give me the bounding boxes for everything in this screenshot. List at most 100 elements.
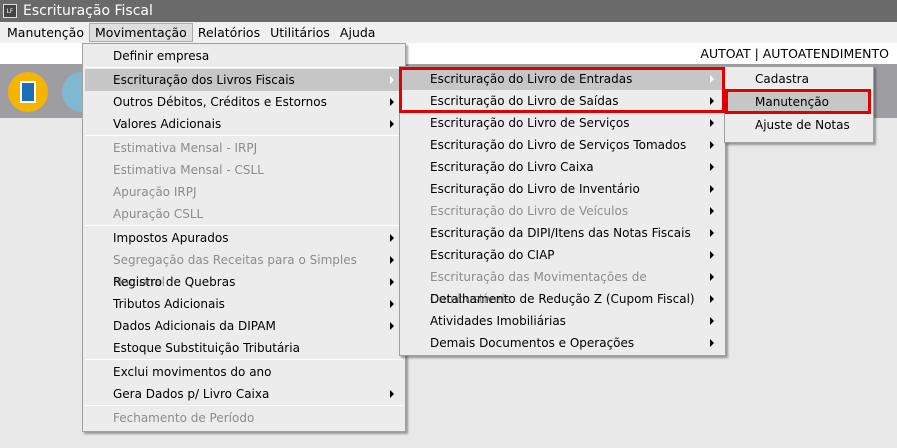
menu-item-impostos-apurados[interactable]: Impostos Apurados <box>85 227 403 249</box>
submenu-arrow-icon <box>710 119 714 127</box>
menu-movimentacao[interactable]: Movimentação <box>88 23 193 42</box>
menu-item-escrituracao-do-livro-caixa[interactable]: Escrituração do Livro Caixa <box>402 156 723 178</box>
submenu-arrow-icon <box>710 141 714 149</box>
menu-item-apuracao-csll: Apuração CSLL <box>85 203 403 225</box>
menu-item-manutencao[interactable]: Manutenção <box>727 91 871 114</box>
menu-item-escrituracao-da-dipi-itens-das-notas-fiscais[interactable]: Escrituração da DIPI/Itens das Notas Fis… <box>402 222 723 244</box>
menu-item-label: Escrituração dos Livros Fiscais <box>113 73 295 87</box>
menu-item-segregacao-das-receitas-para-o-simples-nacional: Segregação das Receitas para o Simples N… <box>85 249 403 289</box>
menu-item-escrituracao-do-livro-de-servicos[interactable]: Escrituração do Livro de Serviços <box>402 112 723 134</box>
menu-item-valores-adicionais[interactable]: Valores Adicionais <box>85 113 403 135</box>
menu-item-tributos-adicionais[interactable]: Tributos Adicionais <box>85 293 403 315</box>
menu-item-label: Escrituração do Livro de Serviços Tomado… <box>430 138 687 152</box>
menu-item-demais-documentos-e-operacoes[interactable]: Demais Documentos e Operações <box>402 332 723 354</box>
menu-item-label: Demais Documentos e Operações <box>430 336 635 350</box>
building-icon[interactable] <box>8 72 48 112</box>
menu-separator <box>85 135 403 136</box>
menu-separator <box>85 67 403 68</box>
submenu-arrow-icon <box>390 300 394 308</box>
menu-item-atividades-imobiliarias[interactable]: Atividades Imobiliárias <box>402 310 723 332</box>
menu-item-escrituracao-do-ciap[interactable]: Escrituração do CIAP <box>402 244 723 266</box>
submenu-arrow-icon <box>710 75 714 83</box>
submenu-arrow-icon <box>390 76 394 84</box>
menu-relatorios[interactable]: Relatórios <box>193 23 265 42</box>
menu-item-escrituracao-do-livro-de-inventario[interactable]: Escrituração do Livro de Inventário <box>402 178 723 200</box>
submenu-arrow-icon <box>710 163 714 171</box>
menu-item-label: Escrituração do Livro de Veículos <box>430 204 629 218</box>
menu-item-label: Escrituração do Livro de Entradas <box>430 72 633 86</box>
menu-item-cadastra[interactable]: Cadastra <box>727 68 871 91</box>
submenu-arrow-icon <box>390 120 394 128</box>
submenu-arrow-icon <box>710 273 714 281</box>
submenu-arrow-icon <box>710 207 714 215</box>
menu-item-estimativa-mensal-csll: Estimativa Mensal - CSLL <box>85 159 403 181</box>
menu-item-escrituracao-do-livro-de-veiculos: Escrituração do Livro de Veículos <box>402 200 723 222</box>
menu-item-gera-dados-p-livro-caixa[interactable]: Gera Dados p/ Livro Caixa <box>85 383 403 405</box>
livro-entradas-submenu: Cadastra Manutenção Ajuste de Notas <box>724 66 874 143</box>
submenu-arrow-icon <box>710 251 714 259</box>
submenu-arrow-icon <box>710 295 714 303</box>
menu-item-label: Apuração IRPJ <box>113 185 197 199</box>
menu-item-label: Atividades Imobiliárias <box>430 314 566 328</box>
menu-utilitarios[interactable]: Utilitários <box>265 23 335 42</box>
menu-item-label: Fechamento de Período <box>113 411 255 425</box>
menu-item-escrituracao-das-movimentacoes-de-combustiveis: Escrituração das Movimentações de Combus… <box>402 266 723 306</box>
submenu-arrow-icon <box>390 278 394 286</box>
menu-separator <box>85 359 403 360</box>
menu-item-escrituracao-dos-livros-fiscais[interactable]: Escrituração dos Livros Fiscais <box>85 69 403 91</box>
menu-item-label: Registro de Quebras <box>113 275 236 289</box>
menu-item-label: Estimativa Mensal - IRPJ <box>113 141 258 155</box>
menu-item-label: Escrituração do Livro de Serviços <box>430 116 630 130</box>
submenu-arrow-icon <box>390 390 394 398</box>
menu-item-label: Dados Adicionais da DIPAM <box>113 319 276 333</box>
menu-ajuda[interactable]: Ajuda <box>335 23 381 42</box>
menu-item-fechamento-de-periodo: Fechamento de Período <box>85 407 403 429</box>
menu-item-label: Apuração CSLL <box>113 207 204 221</box>
menu-item-label: Valores Adicionais <box>113 117 222 131</box>
menu-bar: Manutenção Movimentação Relatórios Utili… <box>0 22 897 43</box>
submenu-arrow-icon <box>390 322 394 330</box>
submenu-arrow-icon <box>390 234 394 242</box>
menu-item-label: Cadastra <box>755 72 809 86</box>
submenu-arrow-icon <box>710 229 714 237</box>
menu-item-label: Escrituração do Livro de Inventário <box>430 182 640 196</box>
menu-item-escrituracao-do-livro-de-entradas[interactable]: Escrituração do Livro de Entradas <box>402 68 723 90</box>
user-label: AUTOAT | AUTOATENDIMENTO <box>700 46 889 61</box>
menu-item-definir-empresa[interactable]: Definir empresa <box>85 45 403 67</box>
menu-item-exclui-movimentos-do-ano[interactable]: Exclui movimentos do ano <box>85 361 403 383</box>
title-bar: LF Escrituração Fiscal <box>0 0 897 22</box>
submenu-arrow-icon <box>710 339 714 347</box>
menu-item-apuracao-irpj: Apuração IRPJ <box>85 181 403 203</box>
menu-item-label: Ajuste de Notas <box>755 118 850 132</box>
menu-item-label: Gera Dados p/ Livro Caixa <box>113 387 270 401</box>
menu-item-dados-adicionais-da-dipam[interactable]: Dados Adicionais da DIPAM <box>85 315 403 337</box>
app-logo: LF <box>3 4 17 18</box>
menu-item-label: Escrituração do Livro Caixa <box>430 160 594 174</box>
escrituracao-livros-submenu: Escrituração do Livro de Entradas Escritu… <box>399 66 726 356</box>
movimentacao-menu: Definir empresa Escrituração dos Livros F… <box>82 43 406 432</box>
menu-item-label: Tributos Adicionais <box>113 297 225 311</box>
menu-item-estoque-substituicao-tributaria[interactable]: Estoque Substituição Tributária <box>85 337 403 359</box>
menu-item-outros-debitos-creditos-e-estornos[interactable]: Outros Débitos, Créditos e Estornos <box>85 91 403 113</box>
menu-manutencao[interactable]: Manutenção <box>2 23 89 42</box>
menu-item-label: Estoque Substituição Tributária <box>113 341 300 355</box>
submenu-arrow-icon <box>390 256 394 264</box>
menu-item-detalhamento-de-reducao-z-cupom-fiscal[interactable]: Detalhamento de Redução Z (Cupom Fiscal) <box>402 288 723 310</box>
menu-item-label: Exclui movimentos do ano <box>113 365 272 379</box>
menu-item-label: Estimativa Mensal - CSLL <box>113 163 264 177</box>
menu-separator <box>85 225 403 226</box>
menu-item-label: Escrituração da DIPI/Itens das Notas Fis… <box>430 226 691 240</box>
menu-item-label: Escrituração do CIAP <box>430 248 555 262</box>
menu-item-label: Detalhamento de Redução Z (Cupom Fiscal) <box>430 292 695 306</box>
submenu-arrow-icon <box>710 185 714 193</box>
menu-item-estimativa-mensal-irpj: Estimativa Mensal - IRPJ <box>85 137 403 159</box>
menu-item-registro-de-quebras[interactable]: Registro de Quebras <box>85 271 403 293</box>
submenu-arrow-icon <box>710 317 714 325</box>
menu-item-escrituracao-do-livro-de-saidas[interactable]: Escrituração do Livro de Saídas <box>402 90 723 112</box>
menu-item-ajuste-de-notas[interactable]: Ajuste de Notas <box>727 114 871 137</box>
menu-item-escrituracao-do-livro-de-servicos-tomados[interactable]: Escrituração do Livro de Serviços Tomado… <box>402 134 723 156</box>
submenu-arrow-icon <box>390 98 394 106</box>
menu-separator <box>85 405 403 406</box>
menu-item-label: Impostos Apurados <box>113 231 229 245</box>
menu-item-label: Outros Débitos, Créditos e Estornos <box>113 95 327 109</box>
